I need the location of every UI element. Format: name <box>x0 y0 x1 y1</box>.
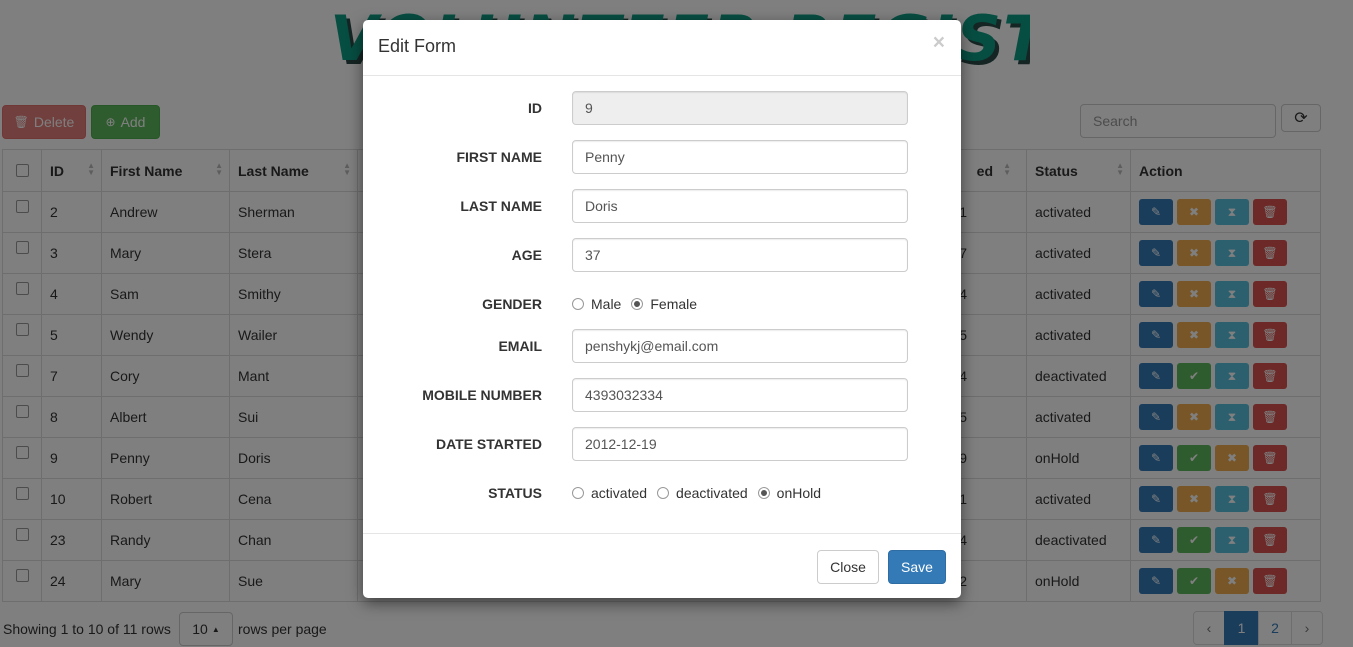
modal-title: Edit Form <box>378 36 457 56</box>
close-button[interactable]: Close <box>817 550 879 584</box>
status-option-activated[interactable]: activated <box>572 485 647 501</box>
mobile-number-label: MOBILE NUMBER <box>422 387 542 403</box>
status-label: STATUS <box>488 485 542 501</box>
status-radio-group: activated deactivated onHold <box>572 485 831 501</box>
radio-onhold[interactable] <box>757 487 770 499</box>
first-name-label: FIRST NAME <box>456 149 542 165</box>
radio-label: Male <box>591 296 622 312</box>
date-started-label: DATE STARTED <box>435 436 542 452</box>
modal-header: Edit Form × <box>363 20 961 76</box>
radio-label: onHold <box>776 485 822 501</box>
date-started-field[interactable] <box>572 427 908 461</box>
gender-label: GENDER <box>482 296 542 312</box>
last-name-field[interactable] <box>572 189 908 223</box>
last-name-label: LAST NAME <box>460 198 542 214</box>
radio-male[interactable] <box>572 298 584 310</box>
save-button[interactable]: Save <box>888 550 946 584</box>
edit-form-modal: Edit Form × ID FIRST NAME LAST NAME AGE … <box>363 20 961 598</box>
radio-label: activated <box>591 485 648 501</box>
gender-option-male[interactable]: Male <box>572 296 621 312</box>
id-field[interactable] <box>572 91 908 125</box>
status-option-onhold[interactable]: onHold <box>757 485 822 501</box>
email-label: EMAIL <box>498 338 542 354</box>
radio-deactivated[interactable] <box>657 487 670 499</box>
radio-label: Female <box>650 296 698 312</box>
gender-option-female[interactable]: Female <box>631 296 697 312</box>
radio-activated[interactable] <box>572 487 584 499</box>
gender-radio-group: Male Female <box>572 296 707 312</box>
id-label: ID <box>528 100 542 116</box>
close-icon[interactable]: × <box>933 32 945 53</box>
status-option-deactivated[interactable]: deactivated <box>657 485 748 501</box>
modal-footer: Close Save <box>363 533 961 598</box>
first-name-field[interactable] <box>572 140 908 174</box>
radio-female[interactable] <box>631 298 644 310</box>
age-label: AGE <box>511 247 542 263</box>
age-field[interactable] <box>572 238 908 272</box>
mobile-number-field[interactable] <box>572 378 908 412</box>
radio-label: deactivated <box>676 485 748 501</box>
email-field[interactable] <box>572 329 908 363</box>
